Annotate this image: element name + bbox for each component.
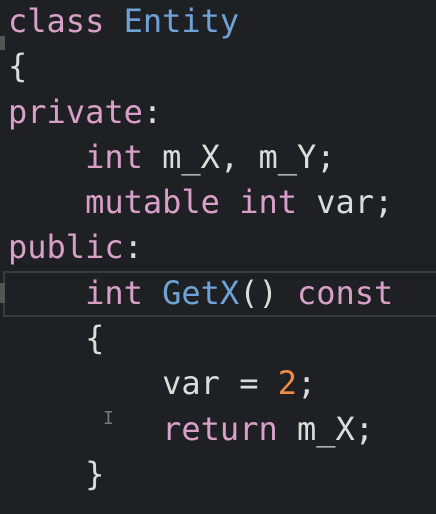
code-line[interactable]: private:: [8, 90, 393, 135]
code-token-kw: public: [8, 228, 124, 267]
code-line[interactable]: {: [8, 44, 393, 89]
code-line[interactable]: }: [8, 452, 393, 497]
code-line[interactable]: int GetX() const: [8, 271, 393, 316]
code-token-plain: var =: [8, 364, 278, 403]
code-token-kw: int: [239, 183, 297, 222]
fold-marker[interactable]: [0, 283, 5, 303]
code-token-plain: var;: [296, 183, 394, 222]
code-token-plain: {: [8, 319, 105, 358]
code-token-kw: class: [8, 2, 105, 40]
code-token-num: 2: [277, 364, 297, 403]
code-line[interactable]: int m_X, m_Y;: [8, 135, 393, 180]
code-line[interactable]: var = 2;: [8, 361, 393, 406]
fold-marker[interactable]: [0, 36, 5, 50]
code-token-kw: const: [296, 273, 394, 312]
code-token-kw: int: [85, 137, 143, 176]
code-token-kw: return: [162, 409, 278, 448]
code-token-plain: :: [123, 228, 143, 267]
code-token-plain: }: [8, 454, 105, 493]
code-line[interactable]: mutable int var;: [8, 180, 393, 225]
code-line[interactable]: return m_X;: [8, 407, 393, 452]
code-line[interactable]: class Entity: [8, 0, 393, 44]
code-token-plain: ;: [296, 364, 317, 403]
code-line[interactable]: public:: [8, 225, 393, 270]
code-token-kw: private: [8, 92, 143, 131]
code-token-plain: m_X;: [277, 409, 375, 448]
code-line[interactable]: {: [8, 316, 393, 361]
code-token-kw: int: [85, 273, 143, 312]
code-token-plain: :: [142, 92, 163, 131]
code-token-plain: m_X, m_Y;: [142, 137, 336, 176]
code-token-plain: {: [8, 47, 28, 86]
code-token-kw: mutable: [85, 183, 220, 222]
code-token-type: Entity: [123, 2, 240, 40]
text-cursor-icon: I: [103, 408, 114, 429]
code-editor[interactable]: class Entity{private: int m_X, m_Y; muta…: [8, 0, 393, 497]
code-token-plain: (): [239, 273, 297, 312]
code-token-fn: GetX: [162, 273, 240, 312]
